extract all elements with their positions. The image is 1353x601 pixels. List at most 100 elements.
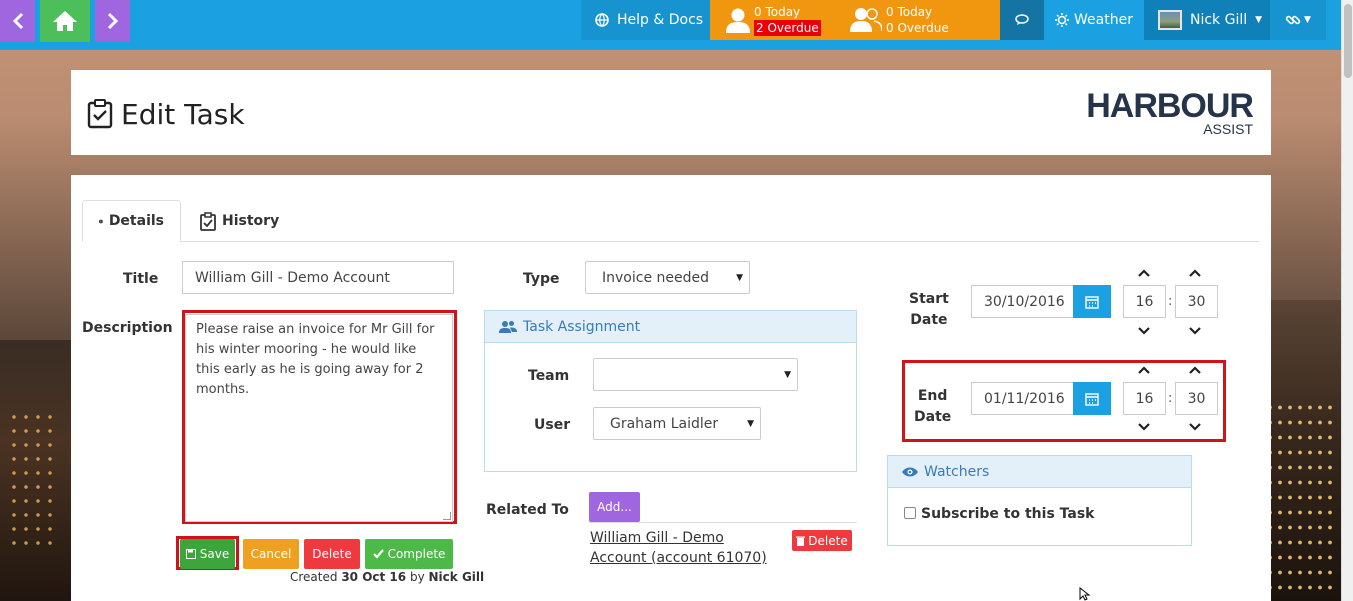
delete-button[interactable]: Delete xyxy=(304,539,360,569)
page-header: Edit Task HARBOUR ASSIST xyxy=(71,70,1271,155)
start-calendar-button[interactable] xyxy=(1073,285,1111,318)
background-right xyxy=(1259,300,1341,601)
subscribe-checkbox[interactable] xyxy=(904,507,916,519)
description-text: Please raise an invoice for Mr Gill for … xyxy=(196,322,435,397)
title-input[interactable]: William Gill - Demo Account xyxy=(182,261,454,294)
team-tasks-today: 0 Today xyxy=(886,5,933,19)
description-label: Description xyxy=(82,320,173,336)
users-icon xyxy=(850,8,882,32)
start-hour-input[interactable]: 16 xyxy=(1123,285,1166,318)
complete-button[interactable]: Complete xyxy=(365,539,453,569)
title-label: Title xyxy=(123,271,159,287)
page-scrollbar[interactable] xyxy=(1341,0,1353,601)
user-select[interactable]: Graham Laidler ▼ xyxy=(593,407,761,440)
weather-button[interactable]: Weather xyxy=(1044,0,1144,40)
end-hour-up-button[interactable] xyxy=(1137,365,1151,375)
back-button[interactable] xyxy=(0,0,35,42)
info-icon xyxy=(99,219,103,223)
end-min-input[interactable]: 30 xyxy=(1175,382,1218,415)
clipboard-check-icon xyxy=(200,211,216,231)
harbour-assist-logo: HARBOUR ASSIST xyxy=(1086,87,1254,137)
eye-icon xyxy=(902,467,918,476)
avatar xyxy=(1158,10,1182,30)
end-hour-down-button[interactable] xyxy=(1137,422,1151,432)
home-icon xyxy=(53,11,77,31)
home-button[interactable] xyxy=(40,0,90,42)
cancel-button[interactable]: Cancel xyxy=(243,539,299,569)
watchers-panel: Watchers Subscribe to this Task xyxy=(887,455,1192,546)
time-separator: : xyxy=(1168,294,1173,309)
user-name: Nick Gill xyxy=(1190,12,1248,28)
users-icon xyxy=(499,321,517,333)
trash-icon xyxy=(796,536,806,546)
start-min-input[interactable]: 30 xyxy=(1175,285,1218,318)
tab-history-label: History xyxy=(222,213,280,229)
end-hour-input[interactable]: 16 xyxy=(1123,382,1166,415)
start-date-label: Start Date xyxy=(909,291,949,328)
start-date-input[interactable]: 30/10/2016 xyxy=(971,285,1074,318)
start-hour-up-button[interactable] xyxy=(1137,268,1151,278)
watchers-heading: Watchers xyxy=(888,456,1191,488)
tab-details[interactable]: Details xyxy=(82,200,181,242)
edit-task-card: Details History Title William Gill - Dem… xyxy=(71,175,1271,601)
end-calendar-button[interactable] xyxy=(1073,382,1111,415)
tab-history[interactable]: History xyxy=(184,200,295,242)
team-tasks-overdue: 0 Overdue xyxy=(886,21,949,35)
chevron-up-icon xyxy=(1189,269,1201,277)
tab-details-label: Details xyxy=(108,213,164,229)
type-label: Type xyxy=(523,271,560,287)
related-divider xyxy=(589,522,857,523)
save-button[interactable]: Save xyxy=(180,539,235,569)
team-select[interactable]: ▼ xyxy=(593,358,798,391)
chevron-down-icon xyxy=(1189,423,1201,431)
chevron-down-icon xyxy=(1189,327,1201,335)
top-navbar: Help & Docs 0 Today 2 Overdue 0 Today 0 … xyxy=(0,0,1341,50)
my-tasks-counter[interactable]: 0 Today 2 Overdue xyxy=(726,0,821,40)
type-select[interactable]: Invoice needed ▼ xyxy=(585,261,750,294)
sun-icon xyxy=(1055,13,1070,27)
delete-related-button[interactable]: Delete xyxy=(792,530,852,551)
caret-down-icon: ▼ xyxy=(1255,15,1263,25)
created-info: Created 30 Oct 16 by Nick Gill xyxy=(290,570,485,584)
end-min-down-button[interactable] xyxy=(1188,422,1202,432)
team-tasks-counter[interactable]: 0 Today 0 Overdue xyxy=(850,0,949,40)
end-date-input[interactable]: 01/11/2016 xyxy=(971,382,1074,415)
mouse-cursor-icon xyxy=(1079,587,1091,601)
user-menu[interactable]: Nick Gill ▼ xyxy=(1144,0,1270,40)
start-min-up-button[interactable] xyxy=(1188,268,1202,278)
globe-icon xyxy=(595,13,609,27)
description-textarea[interactable]: Please raise an invoice for Mr Gill for … xyxy=(185,314,453,522)
chat-button[interactable] xyxy=(1000,0,1044,40)
team-label: Team xyxy=(528,368,570,384)
task-counters: 0 Today 2 Overdue 0 Today 0 Overdue xyxy=(710,0,1000,40)
calendar-icon xyxy=(1085,392,1099,406)
floppy-disk-icon xyxy=(185,549,196,559)
tab-bar: Details History xyxy=(82,200,1259,242)
add-related-button[interactable]: Add... xyxy=(589,492,640,522)
page-title: Edit Task xyxy=(121,98,245,131)
chevron-left-icon xyxy=(12,12,23,30)
link-icon xyxy=(1285,15,1301,25)
links-menu[interactable]: ▼ xyxy=(1270,0,1326,40)
task-assignment-heading: Task Assignment xyxy=(485,311,856,343)
end-min-up-button[interactable] xyxy=(1188,365,1202,375)
weather-label: Weather xyxy=(1074,12,1133,28)
forward-button[interactable] xyxy=(95,0,130,42)
caret-down-icon: ▼ xyxy=(747,419,754,429)
chevron-down-icon xyxy=(1138,327,1150,335)
related-account-link[interactable]: William Gill - Demo Account (account 610… xyxy=(590,528,780,568)
resize-handle-icon[interactable] xyxy=(443,512,451,520)
subscribe-label[interactable]: Subscribe to this Task xyxy=(921,506,1094,522)
help-docs-button[interactable]: Help & Docs xyxy=(581,0,710,40)
start-hour-down-button[interactable] xyxy=(1137,326,1151,336)
caret-down-icon: ▼ xyxy=(736,273,743,283)
calendar-icon xyxy=(1085,295,1099,309)
chevron-down-icon xyxy=(1138,423,1150,431)
task-assignment-panel: Task Assignment Team ▼ User Graham Laidl… xyxy=(484,310,857,472)
start-min-down-button[interactable] xyxy=(1188,326,1202,336)
caret-down-icon: ▼ xyxy=(1304,15,1311,25)
check-icon xyxy=(372,549,384,559)
my-tasks-today: 0 Today xyxy=(754,5,801,19)
chevron-right-icon xyxy=(107,12,118,30)
scrollbar-thumb[interactable] xyxy=(1344,4,1352,78)
